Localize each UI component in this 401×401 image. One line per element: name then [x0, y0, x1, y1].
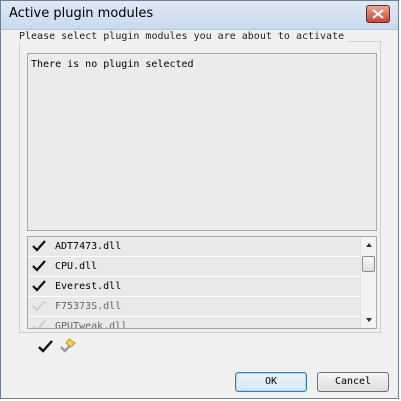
uncheck-all-icon[interactable]	[59, 337, 77, 355]
cancel-button[interactable]: Cancel	[317, 372, 389, 392]
unchecked-icon[interactable]	[32, 319, 46, 329]
scroll-thumb[interactable]	[362, 256, 375, 272]
close-icon	[372, 9, 384, 19]
list-item[interactable]: Everest.dll	[28, 277, 361, 297]
scroll-down-icon[interactable]	[361, 312, 377, 328]
plugin-name: F75373S.dll	[55, 301, 122, 312]
group-label: Please select plugin modules you are abo…	[15, 31, 349, 42]
plugin-name: CPU.dll	[55, 261, 98, 272]
plugin-name: Everest.dll	[55, 281, 122, 292]
scroll-up-icon[interactable]	[361, 237, 377, 253]
list-item[interactable]: GPUTweak.dll	[28, 317, 361, 329]
plugin-name: ADT7473.dll	[55, 241, 122, 252]
plugin-list[interactable]: ADT7473.dll CPU.dll Everest.dll F75373S.…	[27, 236, 377, 329]
list-item[interactable]: F75373S.dll	[28, 297, 361, 317]
plugin-description-panel: There is no plugin selected	[27, 53, 377, 231]
ok-button[interactable]: OK	[235, 372, 307, 392]
checkmark-icon[interactable]	[32, 259, 46, 273]
dialog-window: Active plugin modules Please select plug…	[0, 0, 399, 399]
close-button[interactable]	[366, 5, 390, 23]
plugin-name: GPUTweak.dll	[55, 321, 128, 329]
list-scrollbar[interactable]	[360, 237, 376, 328]
unchecked-icon[interactable]	[32, 299, 46, 313]
list-item[interactable]: ADT7473.dll	[28, 237, 361, 257]
check-all-icon[interactable]	[37, 337, 55, 355]
checkmark-icon[interactable]	[32, 279, 46, 293]
checkmark-icon[interactable]	[32, 239, 46, 253]
window-title: Active plugin modules	[9, 6, 154, 21]
description-text: There is no plugin selected	[31, 59, 194, 70]
list-item[interactable]: CPU.dll	[28, 257, 361, 277]
title-bar[interactable]: Active plugin modules	[1, 1, 398, 30]
